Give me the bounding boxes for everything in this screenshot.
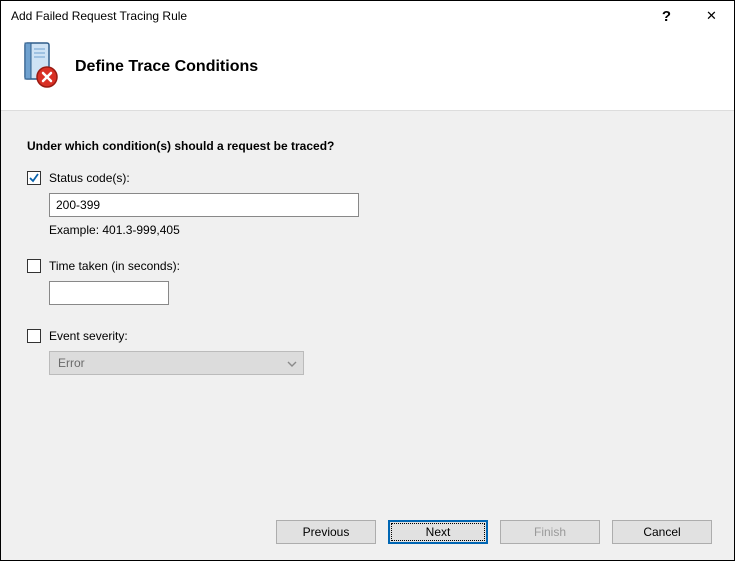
close-button[interactable]: ✕	[689, 1, 734, 31]
event-severity-value: Error	[58, 356, 85, 370]
titlebar: Add Failed Request Tracing Rule ? ✕	[1, 1, 734, 31]
time-taken-checkbox[interactable]	[27, 259, 41, 273]
book-error-icon	[19, 41, 61, 92]
status-codes-label: Status code(s):	[49, 171, 130, 185]
event-severity-checkbox[interactable]	[27, 329, 41, 343]
next-button[interactable]: Next	[388, 520, 488, 544]
content-area: Under which condition(s) should a reques…	[1, 111, 734, 508]
previous-button[interactable]: Previous	[276, 520, 376, 544]
wizard-header: Define Trace Conditions	[1, 31, 734, 111]
status-codes-example: Example: 401.3-999,405	[49, 223, 708, 237]
event-severity-select: Error	[49, 351, 304, 375]
wizard-footer: Previous Next Finish Cancel	[1, 508, 734, 560]
question-label: Under which condition(s) should a reques…	[27, 139, 708, 153]
chevron-down-icon	[287, 356, 297, 370]
status-codes-checkbox[interactable]	[27, 171, 41, 185]
page-heading: Define Trace Conditions	[75, 58, 258, 76]
finish-button: Finish	[500, 520, 600, 544]
status-codes-input[interactable]	[49, 193, 359, 217]
cancel-button[interactable]: Cancel	[612, 520, 712, 544]
time-taken-input[interactable]	[49, 281, 169, 305]
window-title: Add Failed Request Tracing Rule	[11, 9, 644, 23]
time-taken-label: Time taken (in seconds):	[49, 259, 180, 273]
help-button[interactable]: ?	[644, 1, 689, 31]
event-severity-label: Event severity:	[49, 329, 128, 343]
